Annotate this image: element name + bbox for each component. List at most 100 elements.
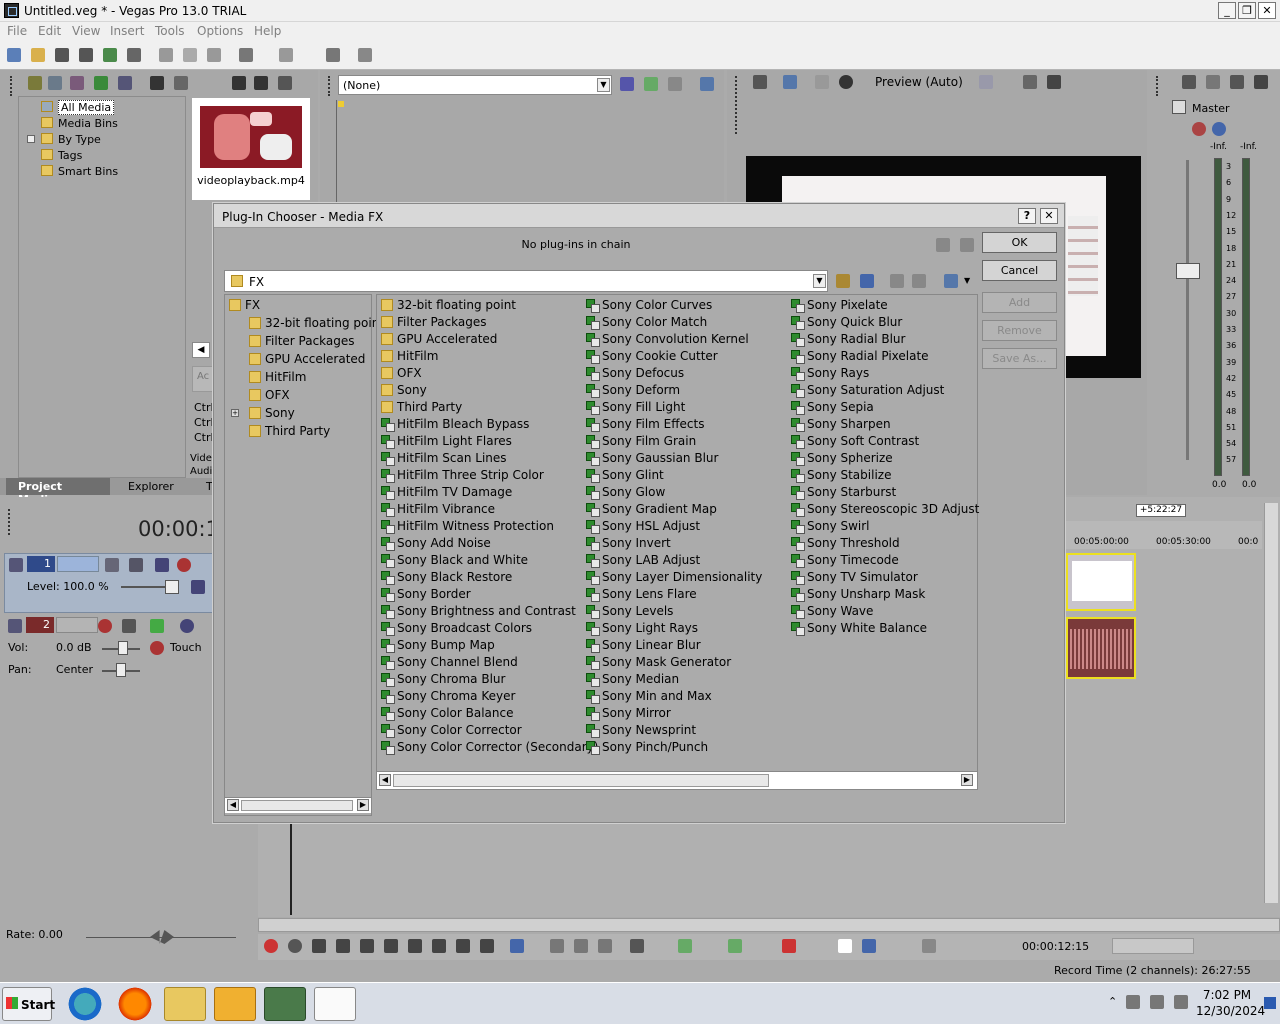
plugin-item[interactable]: Sony Pinch/Punch bbox=[586, 739, 708, 756]
motion-icon[interactable] bbox=[129, 558, 143, 572]
preferences-icon[interactable] bbox=[326, 48, 340, 62]
plugin-item[interactable]: Sony Film Effects bbox=[586, 416, 704, 433]
plugin-item[interactable]: Sony Unsharp Mask bbox=[791, 586, 925, 603]
stop-icon[interactable] bbox=[384, 939, 398, 953]
capture-icon[interactable] bbox=[48, 76, 62, 90]
plugin-item[interactable]: Sony Color Corrector (Secondary) bbox=[381, 739, 598, 756]
previous-frame-icon[interactable] bbox=[456, 939, 470, 953]
action-center-flag-icon[interactable] bbox=[1150, 995, 1164, 1009]
normal-edit-tool-icon[interactable] bbox=[510, 939, 524, 953]
plugin-item[interactable]: Sony Channel Blend bbox=[381, 654, 518, 671]
plugin-item[interactable]: Sony Brightness and Contrast bbox=[381, 603, 576, 620]
plugin-item[interactable]: Sony Convolution Kernel bbox=[586, 331, 749, 348]
plugin-item[interactable]: HitFilm Three Strip Color bbox=[381, 467, 544, 484]
notification-icon[interactable] bbox=[1264, 997, 1276, 1009]
master-fader-handle[interactable] bbox=[1176, 263, 1200, 279]
plugin-item[interactable]: Sony Color Corrector bbox=[381, 722, 522, 739]
tree-tags[interactable]: Tags bbox=[41, 149, 82, 162]
play-icon[interactable] bbox=[336, 939, 350, 953]
save-icon[interactable] bbox=[55, 48, 69, 62]
audio-track-name[interactable] bbox=[56, 617, 98, 633]
save-snapshot-icon[interactable] bbox=[1047, 75, 1061, 89]
plugin-item[interactable]: Sony Stereoscopic 3D Adjust bbox=[791, 501, 979, 518]
cut-icon[interactable] bbox=[159, 48, 173, 62]
plugin-item[interactable]: Sony Color Curves bbox=[586, 297, 712, 314]
plugin-item[interactable]: Sony Black and White bbox=[381, 552, 528, 569]
overlays-icon[interactable] bbox=[979, 75, 993, 89]
close-window-button[interactable]: ✕ bbox=[1258, 2, 1276, 19]
move-plugin-left-icon[interactable] bbox=[936, 238, 950, 252]
plugin-folder-item[interactable]: OFX bbox=[381, 365, 422, 382]
plugin-item[interactable]: Sony Lens Flare bbox=[586, 586, 697, 603]
plugin-tree-item[interactable]: FX bbox=[229, 297, 260, 314]
plugin-item[interactable]: Sony White Balance bbox=[791, 620, 927, 637]
next-frame-icon[interactable] bbox=[480, 939, 494, 953]
whats-this-icon[interactable] bbox=[358, 48, 372, 62]
media-properties-icon[interactable] bbox=[174, 76, 188, 90]
cancel-button[interactable]: Cancel bbox=[982, 260, 1057, 281]
plugin-item[interactable]: Sony Sepia bbox=[791, 399, 874, 416]
plugin-item[interactable]: Sony LAB Adjust bbox=[586, 552, 700, 569]
file-explorer-icon[interactable] bbox=[164, 987, 206, 1021]
plugin-item[interactable]: Sony Timecode bbox=[791, 552, 899, 569]
plugin-item[interactable]: Sony TV Simulator bbox=[791, 569, 918, 586]
plugin-item[interactable]: Sony Gaussian Blur bbox=[586, 450, 718, 467]
plugin-item[interactable]: Sony Layer Dimensionality bbox=[586, 569, 762, 586]
plugin-item[interactable]: HitFilm TV Damage bbox=[381, 484, 512, 501]
tree-expand-icon[interactable]: + bbox=[231, 409, 239, 417]
plugin-tree-item[interactable]: Filter Packages bbox=[249, 333, 355, 350]
go-to-start-icon[interactable] bbox=[408, 939, 422, 953]
vegas-taskbar-icon[interactable] bbox=[264, 987, 306, 1021]
plugin-tree-item[interactable]: 32-bit floating point bbox=[249, 315, 384, 332]
plugin-folder-item[interactable]: Sony bbox=[381, 382, 427, 399]
automation-icon[interactable] bbox=[150, 641, 164, 655]
mixer-audio-icon[interactable] bbox=[1230, 75, 1244, 89]
scroll-left-button[interactable]: ◀ bbox=[192, 342, 210, 358]
plugin-item[interactable]: Sony Defocus bbox=[586, 365, 684, 382]
video-fx-icon[interactable] bbox=[815, 75, 829, 89]
insert-bus-icon[interactable] bbox=[1182, 75, 1196, 89]
plugin-item[interactable]: Sony Median bbox=[586, 671, 679, 688]
plugin-item[interactable]: Sony Invert bbox=[586, 535, 671, 552]
menu-view[interactable]: View bbox=[72, 24, 100, 38]
video-event-clip[interactable] bbox=[1066, 553, 1136, 611]
plugin-folder-item[interactable]: Filter Packages bbox=[381, 314, 487, 331]
video-track-name[interactable] bbox=[57, 556, 99, 572]
timeline-vertical-scrollbar[interactable] bbox=[1264, 503, 1278, 903]
fx-remove-icon[interactable] bbox=[668, 77, 682, 91]
marker-icon[interactable] bbox=[782, 939, 796, 953]
track-fx-icon[interactable] bbox=[155, 558, 169, 572]
ignore-grouping-icon[interactable] bbox=[922, 939, 936, 953]
mute-icon[interactable] bbox=[1212, 122, 1226, 136]
plugin-item[interactable]: Sony Swirl bbox=[791, 518, 870, 535]
plugin-item[interactable]: Sony Stabilize bbox=[791, 467, 891, 484]
plugin-list-scroll-thumb[interactable] bbox=[393, 774, 769, 787]
undo-icon[interactable] bbox=[239, 48, 253, 62]
plugin-item[interactable]: Sony Add Noise bbox=[381, 535, 491, 552]
timeline-horizontal-scrollbar[interactable] bbox=[258, 918, 1280, 932]
plugin-item[interactable]: Sony Glint bbox=[586, 467, 664, 484]
plugin-item[interactable]: HitFilm Light Flares bbox=[381, 433, 512, 450]
network-icon[interactable] bbox=[1126, 995, 1140, 1009]
properties-icon[interactable] bbox=[127, 48, 141, 62]
trim-icon[interactable] bbox=[678, 939, 692, 953]
restore-button[interactable]: ❐ bbox=[1238, 2, 1256, 19]
plugin-folder-item[interactable]: Third Party bbox=[381, 399, 462, 416]
volume-icon[interactable] bbox=[1174, 995, 1188, 1009]
tab-project-media[interactable]: Project Media bbox=[6, 478, 110, 506]
zoom-tool-icon[interactable] bbox=[598, 939, 612, 953]
plugin-item[interactable]: Sony Min and Max bbox=[586, 688, 712, 705]
redo-icon[interactable] bbox=[279, 48, 293, 62]
recycle-bin-icon[interactable] bbox=[314, 987, 356, 1021]
media-player-icon[interactable] bbox=[214, 987, 256, 1021]
plugin-list-horizontal-scrollbar[interactable]: ◀ ▶ bbox=[377, 771, 977, 789]
plugin-item[interactable]: Sony Sharpen bbox=[791, 416, 891, 433]
dialog-help-button[interactable]: ? bbox=[1018, 208, 1036, 224]
internet-explorer-icon[interactable] bbox=[64, 987, 106, 1021]
minimize-button[interactable]: _ bbox=[1218, 2, 1236, 19]
path-chevron-down-icon[interactable]: ▼ bbox=[813, 274, 826, 288]
plugin-item[interactable]: Sony Wave bbox=[791, 603, 873, 620]
plugin-item[interactable]: Sony Linear Blur bbox=[586, 637, 701, 654]
import-media-icon[interactable] bbox=[28, 76, 42, 90]
master-fx-icon[interactable] bbox=[1192, 122, 1206, 136]
